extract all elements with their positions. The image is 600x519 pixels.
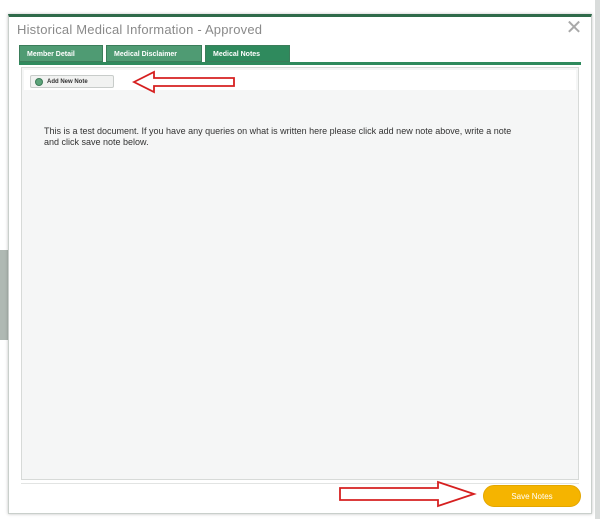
tab-underline	[19, 62, 581, 65]
background-top	[0, 0, 600, 12]
tab-medical-notes[interactable]: Medical Notes	[205, 45, 290, 62]
footer-divider	[21, 483, 579, 484]
tab-medical-disclaimer[interactable]: Medical Disclaimer	[106, 45, 202, 62]
close-icon[interactable]: ✕	[565, 18, 583, 38]
medical-info-dialog: Historical Medical Information - Approve…	[8, 14, 592, 514]
background-left-edge	[0, 250, 8, 340]
background-right-edge	[595, 0, 600, 519]
arrow-left-shape	[131, 70, 235, 94]
add-new-note-button[interactable]: Add New Note	[30, 75, 114, 88]
arrow-right-shape	[339, 480, 477, 508]
annotation-arrow-add-note	[131, 70, 235, 94]
notes-toolbar: Add New Note	[24, 70, 576, 90]
note-body-text: This is a test document. If you have any…	[44, 126, 512, 147]
annotation-arrow-save-notes	[339, 480, 477, 508]
tab-member-detail[interactable]: Member Detail	[19, 45, 103, 62]
add-circle-icon	[35, 77, 43, 86]
tab-bar: Member Detail Medical Disclaimer Medical…	[19, 45, 290, 62]
add-new-note-label: Add New Note	[47, 78, 88, 85]
save-notes-button[interactable]: Save Notes	[483, 485, 581, 507]
dialog-title: Historical Medical Information - Approve…	[17, 22, 263, 37]
notes-panel: Add New Note This is a test document. If…	[21, 67, 579, 480]
